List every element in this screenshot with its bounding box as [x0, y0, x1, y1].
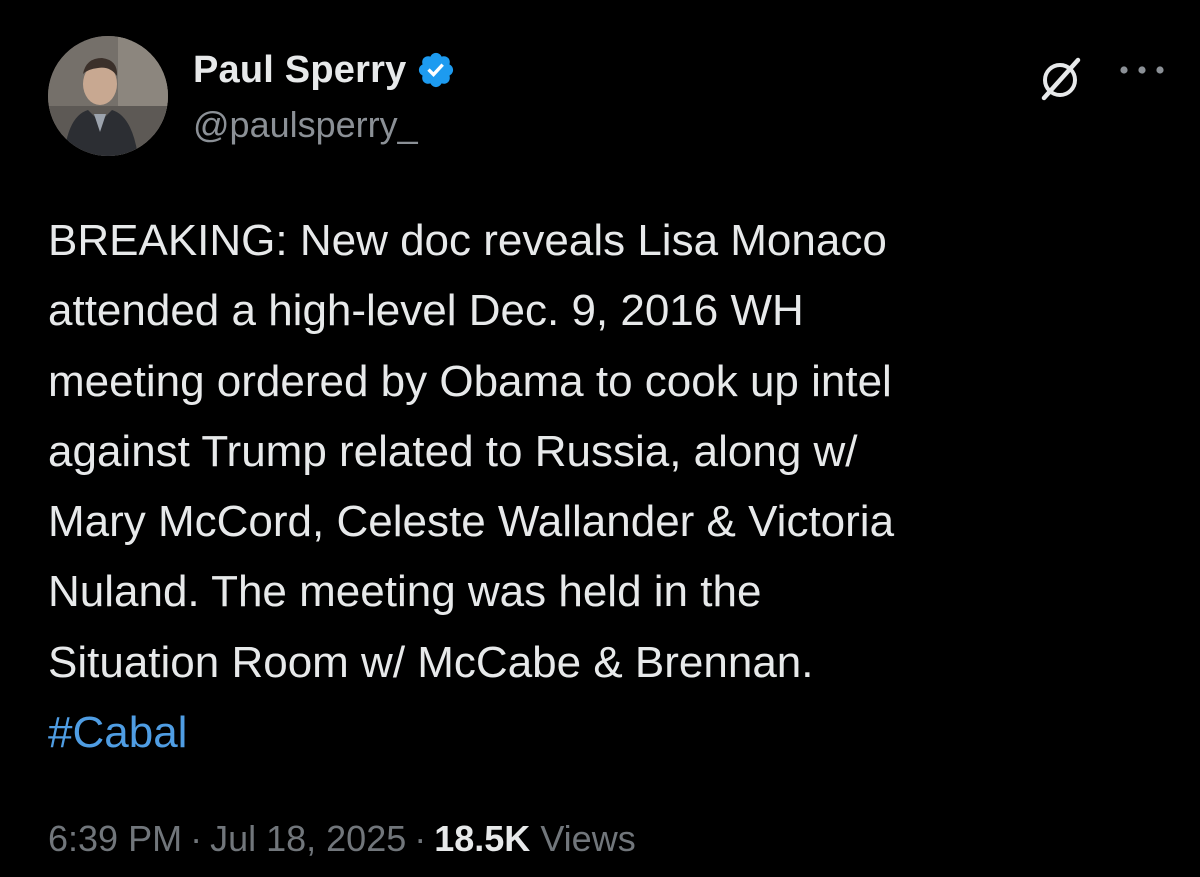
tweet-line: Nuland. The meeting was held in the — [48, 567, 762, 617]
tweet-meta: 6:39 PM · Jul 18, 2025 · 18.5K Views — [48, 818, 636, 860]
meta-separator: · — [414, 818, 427, 859]
tweet-line: against Trump related to Russia, along w… — [48, 426, 858, 476]
tweet-line: meeting ordered by Obama to cook up inte… — [48, 356, 892, 406]
views-count[interactable]: 18.5K — [434, 818, 530, 860]
tweet-time[interactable]: 6:39 PM — [48, 818, 182, 860]
tweet-date[interactable]: Jul 18, 2025 — [210, 818, 406, 860]
tweet-line: attended a high-level Dec. 9, 2016 WH — [48, 286, 804, 336]
tweet-line: BREAKING: New doc reveals Lisa Monaco — [48, 216, 887, 265]
verified-badge-icon[interactable] — [416, 50, 456, 90]
hashtag-link[interactable]: #Cabal — [48, 698, 1168, 768]
author-handle[interactable]: @paulsperry_ — [193, 104, 418, 146]
author-display-name[interactable]: Paul Sperry — [193, 49, 406, 92]
tweet-text: BREAKING: New doc reveals Lisa Monaco att… — [48, 206, 1168, 768]
tweet-line: Situation Room w/ McCabe & Brennan. — [48, 637, 814, 687]
grok-icon[interactable] — [1036, 54, 1084, 102]
author-name-row[interactable]: Paul Sperry — [193, 44, 456, 96]
tweet-card: Paul Sperry @paulsperry_ BREAKING: New d… — [0, 0, 1200, 877]
more-options-icon[interactable] — [1115, 58, 1169, 82]
avatar[interactable] — [48, 36, 168, 156]
views-label: Views — [540, 818, 636, 859]
meta-separator: · — [190, 818, 203, 859]
tweet-line: Mary McCord, Celeste Wallander & Victori… — [48, 497, 895, 547]
